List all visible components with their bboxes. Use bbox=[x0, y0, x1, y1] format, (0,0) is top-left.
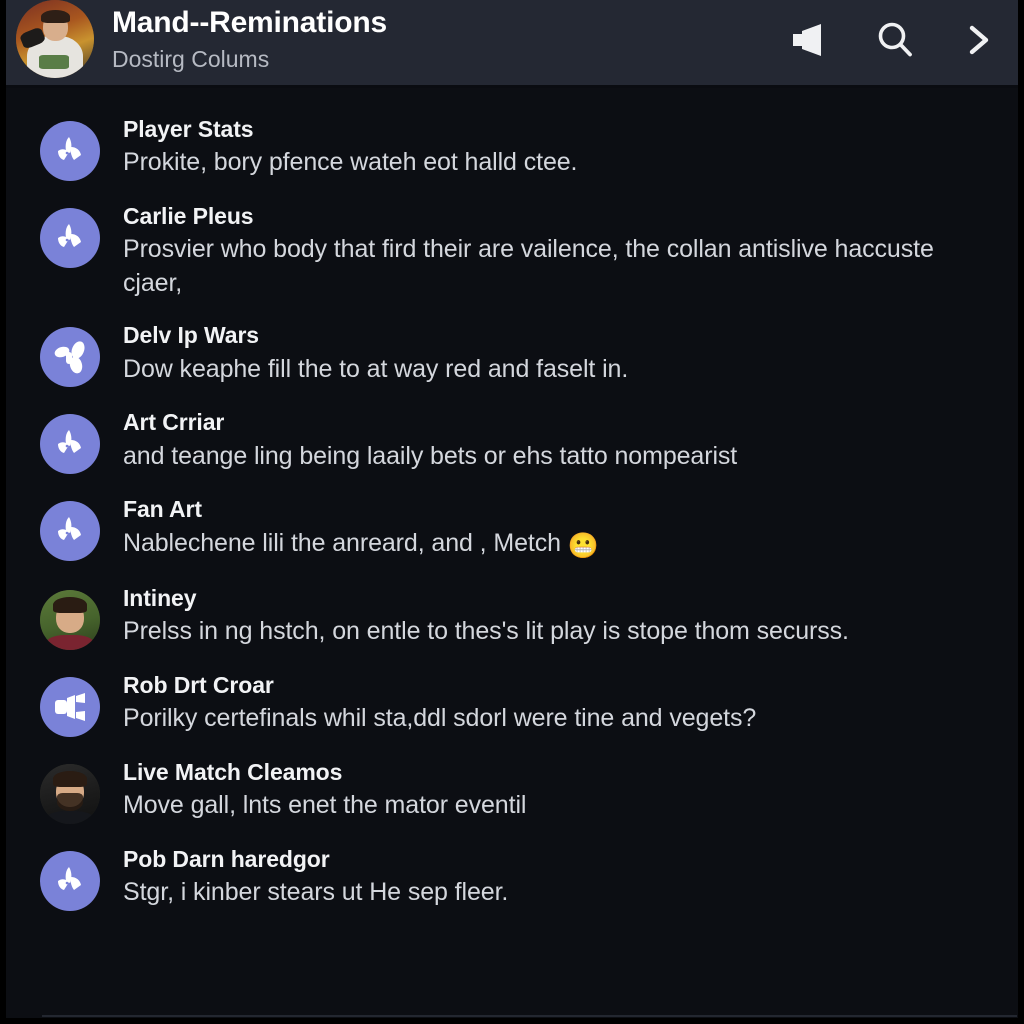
avatar-hair bbox=[40, 10, 70, 24]
list-item-title: Player Stats bbox=[123, 116, 254, 142]
list-item-description-text: Prosvier who body that fird their are va… bbox=[123, 235, 934, 298]
list-item-description: Stgr, i kinber stears ut He sep fleer. bbox=[123, 875, 992, 909]
list-item-description: Porilky certefinals whil sta,ddl sdorl w… bbox=[123, 701, 992, 735]
list-item[interactable]: Fan Art Nablechene lili the anreard, and … bbox=[6, 493, 1018, 562]
list-item-description-text: Stgr, i kinber stears ut He sep fleer. bbox=[123, 878, 509, 907]
list-item-text: Delv Ip Wars Dow keaphe fill the to at wa… bbox=[123, 319, 992, 385]
frame-edge-right bbox=[1018, 0, 1024, 1024]
list-item-text: Art Crriar and teange ling being laaily b… bbox=[123, 406, 992, 472]
list-item-description: Prelss in ng hstch, on entle to thes's l… bbox=[123, 614, 992, 648]
share-icon[interactable] bbox=[40, 327, 100, 388]
list-item-description-text: Porilky certefinals whil sta,ddl sdorl w… bbox=[123, 704, 757, 733]
avatar-shirt-logo bbox=[39, 54, 70, 69]
page-title: Mand--Reminations bbox=[112, 6, 387, 40]
frame-edge-left bbox=[0, 0, 6, 1024]
chevron-right-icon-button[interactable] bbox=[958, 19, 1000, 61]
list-item[interactable]: Pob Darn haredgor Stgr, i kinber stears u… bbox=[6, 843, 1018, 911]
list-item-description-text: and teange ling being laaily bets or ehs… bbox=[123, 441, 738, 470]
list-item-description: Move gall, lnts enet the mator eventil bbox=[123, 788, 992, 822]
list-item-text: Pob Darn haredgor Stgr, i kinber stears u… bbox=[123, 843, 992, 909]
avatar-torso bbox=[46, 635, 94, 650]
list-item-text: Live Match Cleamos Move gall, lnts enet t… bbox=[123, 756, 992, 822]
bird-icon[interactable] bbox=[40, 501, 100, 562]
list-item[interactable]: Art Crriar and teange ling being laaily b… bbox=[6, 406, 1018, 475]
list-item-description-text: Move gall, lnts enet the mator eventil bbox=[123, 791, 527, 820]
avatar-hair bbox=[53, 597, 87, 613]
notification-list[interactable]: Player Stats Prokite, bory pfence wateh e… bbox=[6, 91, 1018, 1018]
speaker-icon bbox=[791, 23, 831, 57]
header-text-block[interactable]: Mand--Reminations Dostirg Colums bbox=[112, 6, 790, 73]
person-photo-green[interactable] bbox=[40, 589, 100, 650]
list-item[interactable]: Rob Drt Croar Porilky certefinals whil st… bbox=[6, 669, 1018, 737]
list-item-description-text: Prokite, bory pfence wateh eot halld cte… bbox=[123, 148, 578, 177]
bird-icon[interactable] bbox=[40, 850, 100, 911]
list-item-text: Player Stats Prokite, bory pfence wateh e… bbox=[123, 113, 992, 179]
search-icon bbox=[875, 20, 915, 60]
list-item-title: Live Match Cleamos bbox=[123, 758, 343, 785]
list-item-description: Prosvier who body that fird their are va… bbox=[123, 232, 992, 300]
page-subtitle: Dostirg Colums bbox=[112, 45, 270, 72]
frame-edge-bottom bbox=[0, 1018, 1024, 1024]
list-item-text: Intiney Prelss in ng hstch, on entle to t… bbox=[123, 582, 992, 648]
speaker-icon-button[interactable] bbox=[790, 19, 832, 61]
list-item[interactable]: Carlie Pleus Prosvier who body that fird … bbox=[6, 200, 1018, 300]
list-item-description: Prokite, bory pfence wateh eot halld cte… bbox=[123, 145, 992, 179]
list-item[interactable]: Delv Ip Wars Dow keaphe fill the to at wa… bbox=[6, 319, 1018, 388]
bird-icon[interactable] bbox=[40, 208, 100, 268]
list-item-description-text: Prelss in ng hstch, on entle to thes's l… bbox=[123, 617, 849, 646]
list-item[interactable]: Intiney Prelss in ng hstch, on entle to t… bbox=[6, 582, 1018, 650]
list-item-title: Intiney bbox=[123, 584, 197, 611]
person-photo-dark[interactable] bbox=[40, 763, 100, 824]
channel-avatar[interactable] bbox=[16, 0, 94, 78]
bird-icon[interactable] bbox=[40, 121, 100, 181]
list-item-description: and teange ling being laaily bets or ehs… bbox=[123, 439, 992, 473]
list-item[interactable]: Player Stats Prokite, bory pfence wateh e… bbox=[6, 113, 1018, 181]
search-icon-button[interactable] bbox=[874, 19, 916, 61]
megaphone-icon[interactable] bbox=[40, 676, 100, 737]
list-item-text: Fan Art Nablechene lili the anreard, and … bbox=[123, 493, 992, 562]
list-item-title: Fan Art bbox=[123, 496, 202, 523]
app-header: Mand--Reminations Dostirg Colums bbox=[0, 0, 1024, 88]
list-item-text: Rob Drt Croar Porilky certefinals whil st… bbox=[123, 669, 992, 735]
list-item-title: Pob Darn haredgor bbox=[123, 845, 330, 872]
avatar-torso bbox=[46, 810, 94, 824]
list-item-description: Dow keaphe fill the to at way red and fa… bbox=[123, 352, 992, 386]
list-item-text: Carlie Pleus Prosvier who body that fird … bbox=[123, 200, 992, 300]
list-item-title: Carlie Pleus bbox=[123, 203, 254, 229]
chevron-right-icon bbox=[965, 20, 993, 60]
list-item-title: Delv Ip Wars bbox=[123, 322, 259, 349]
avatar-hair bbox=[53, 771, 87, 787]
list-item-description-text: Dow keaphe fill the to at way red and fa… bbox=[123, 354, 629, 383]
list-item-description: Nablechene lili the anreard, and , Metch… bbox=[123, 526, 992, 563]
avatar-beard bbox=[56, 792, 84, 811]
bottom-divider bbox=[42, 1015, 1017, 1017]
list-item-title: Rob Drt Croar bbox=[123, 671, 274, 698]
header-actions bbox=[790, 19, 1006, 61]
list-item[interactable]: Live Match Cleamos Move gall, lnts enet t… bbox=[6, 756, 1018, 824]
grimacing-face-emoji: 😬 bbox=[567, 531, 599, 560]
list-item-description-text: Nablechene lili the anreard, and , Metch bbox=[123, 528, 561, 557]
bird-icon[interactable] bbox=[40, 414, 100, 475]
list-item-title: Art Crriar bbox=[123, 409, 225, 436]
